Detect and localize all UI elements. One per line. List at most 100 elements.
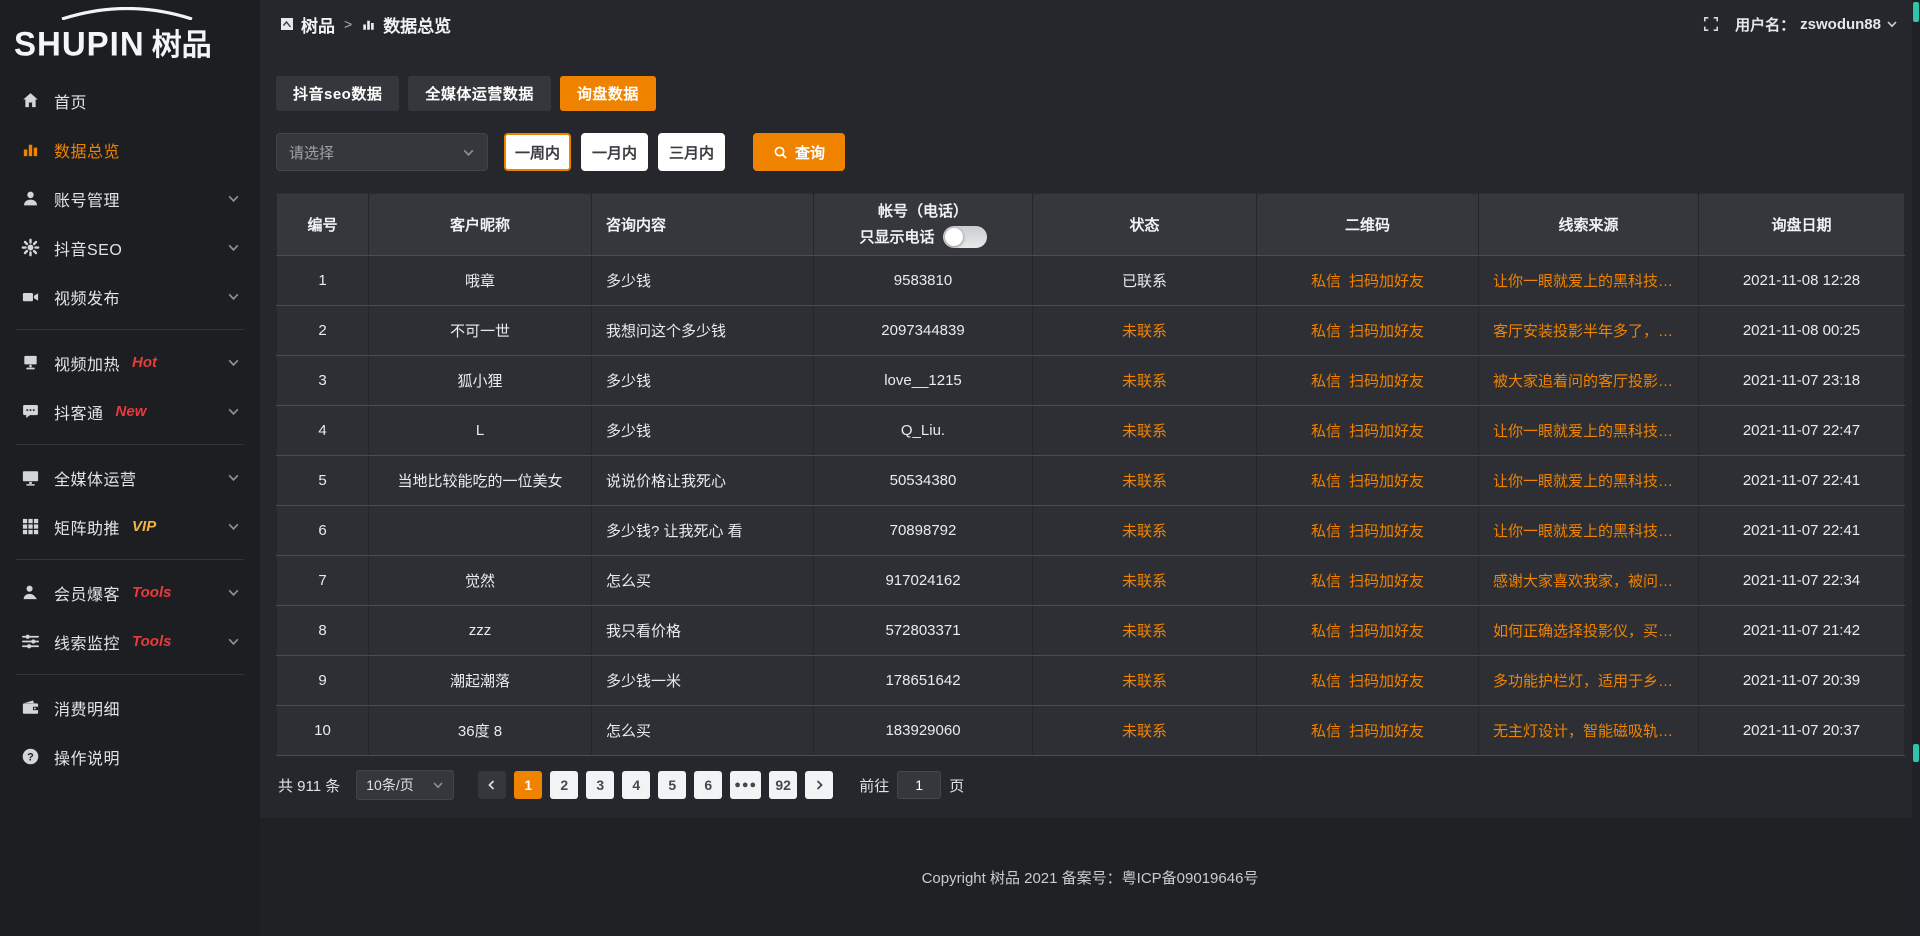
- tab-douyin-seo-data[interactable]: 抖音seo数据: [276, 76, 399, 111]
- table-row: 8 zzz 我只看价格 572803371 未联系 私信扫码加好友 如何正确选择…: [277, 606, 1905, 656]
- sidebar-item-clue-monitor[interactable]: 线索监控Tools: [0, 617, 260, 666]
- qr-action-link[interactable]: 私信: [1311, 473, 1341, 490]
- page-button-5[interactable]: 5: [658, 771, 686, 799]
- scrollbar-mark: [1913, 744, 1919, 762]
- qr-action-link[interactable]: 扫码加好友: [1349, 573, 1424, 590]
- table-row: 7 觉然 怎么买 917024162 未联系 私信扫码加好友 感谢大家喜欢我家，…: [277, 556, 1905, 606]
- sidebar-item-matrix-boost[interactable]: 矩阵助推VIP: [0, 502, 260, 551]
- cell-qrcode: 私信扫码加好友: [1257, 656, 1479, 706]
- qr-action-link[interactable]: 私信: [1311, 623, 1341, 640]
- cell-source[interactable]: 客厅安装投影半年多了，真实...: [1479, 306, 1699, 356]
- qr-action-link[interactable]: 扫码加好友: [1349, 523, 1424, 540]
- cell-source[interactable]: 多功能护栏灯，适用于乡村文...: [1479, 656, 1699, 706]
- gear-icon: [20, 238, 40, 258]
- page-button-6[interactable]: 6: [694, 771, 722, 799]
- main-area: 树品 > 数据总览 用户名：zswodun88: [260, 0, 1920, 936]
- filter-select[interactable]: 请选择: [276, 133, 488, 171]
- sidebar-item-label: 账号管理: [54, 187, 120, 211]
- cell-nickname: 觉然: [369, 556, 592, 606]
- page-size-select[interactable]: 10条/页: [356, 770, 454, 800]
- cell-account: 178651642: [814, 656, 1033, 706]
- sidebar-item-douyin-seo[interactable]: 抖音SEO: [0, 223, 260, 272]
- user-menu[interactable]: 用户名：zswodun88: [1735, 14, 1898, 35]
- cell-source[interactable]: 无主灯设计，智能磁吸轨道灯...: [1479, 706, 1699, 756]
- topbar-right: 用户名：zswodun88: [1703, 14, 1898, 35]
- cell-index: 9: [277, 656, 369, 706]
- qr-action-link[interactable]: 扫码加好友: [1349, 473, 1424, 490]
- breadcrumb-root[interactable]: 树品: [301, 12, 335, 37]
- cell-source[interactable]: 感谢大家喜欢我家，被问了好...: [1479, 556, 1699, 606]
- table-row: 1 哦章 多少钱 9583810 已联系 私信扫码加好友 让你一眼就爱上的黑科技…: [277, 256, 1905, 306]
- qr-action-link[interactable]: 扫码加好友: [1349, 423, 1424, 440]
- qr-action-link[interactable]: 扫码加好友: [1349, 373, 1424, 390]
- page-ellipsis-button[interactable]: ●●●: [730, 771, 761, 799]
- qr-action-link[interactable]: 私信: [1311, 673, 1341, 690]
- query-button[interactable]: 查询: [753, 133, 845, 171]
- cell-date: 2021-11-07 22:34: [1699, 556, 1905, 606]
- cell-date: 2021-11-07 22:47: [1699, 406, 1905, 456]
- sidebar-item-account-manage[interactable]: 账号管理: [0, 174, 260, 223]
- cell-source[interactable]: 让你一眼就爱上的黑科技，能...: [1479, 456, 1699, 506]
- table-row: 6 多少钱? 让我死心 看 70898792 未联系 私信扫码加好友 让你一眼就…: [277, 506, 1905, 556]
- sidebar-item-member-baoke[interactable]: 会员爆客Tools: [0, 568, 260, 617]
- chevron-down-icon: [227, 290, 240, 303]
- qr-action-link[interactable]: 扫码加好友: [1349, 723, 1424, 740]
- cell-content: 说说价格让我死心: [592, 456, 814, 506]
- phone-only-toggle[interactable]: [943, 226, 987, 248]
- sliders-icon: [20, 632, 40, 652]
- page-button-4[interactable]: 4: [622, 771, 650, 799]
- qr-action-link[interactable]: 私信: [1311, 523, 1341, 540]
- cell-source[interactable]: 让你一眼就爱上的黑科技，能...: [1479, 256, 1699, 306]
- chevron-down-icon: [1886, 18, 1898, 30]
- cell-content: 多少钱? 让我死心 看: [592, 506, 814, 556]
- period-button-quarter[interactable]: 三月内: [658, 133, 725, 171]
- sidebar-item-video-heat[interactable]: 视频加热Hot: [0, 338, 260, 387]
- page-button-92[interactable]: 92: [769, 771, 797, 799]
- page-button-3[interactable]: 3: [586, 771, 614, 799]
- cell-nickname: [369, 506, 592, 556]
- sidebar-item-data-overview[interactable]: 数据总览: [0, 125, 260, 174]
- scrollbar-thumb[interactable]: [1913, 2, 1919, 22]
- fullscreen-icon[interactable]: [1703, 16, 1719, 32]
- qr-action-link[interactable]: 私信: [1311, 323, 1341, 340]
- qr-action-link[interactable]: 扫码加好友: [1349, 673, 1424, 690]
- footer: Copyright 树品 2021 备案号：粤ICP备09019646号: [260, 818, 1920, 936]
- qr-action-link[interactable]: 扫码加好友: [1349, 623, 1424, 640]
- qr-action-link[interactable]: 私信: [1311, 273, 1341, 290]
- cell-index: 5: [277, 456, 369, 506]
- table-row: 10 36度 8 怎么买 183929060 未联系 私信扫码加好友 无主灯设计…: [277, 706, 1905, 756]
- chart-icon: [361, 17, 376, 32]
- sidebar-item-video-publish[interactable]: 视频发布: [0, 272, 260, 321]
- cell-source[interactable]: 被大家追着问的客厅投影分享...: [1479, 356, 1699, 406]
- chevron-right-icon: [813, 779, 825, 791]
- sidebar-item-consume-detail[interactable]: 消费明细: [0, 683, 260, 732]
- brand-logo[interactable]: SHUPIN 树品: [0, 0, 260, 66]
- goto-page-input[interactable]: [897, 771, 941, 799]
- period-button-week[interactable]: 一周内: [504, 133, 571, 171]
- qr-action-link[interactable]: 私信: [1311, 373, 1341, 390]
- cell-source[interactable]: 让你一眼就爱上的黑科技，能...: [1479, 506, 1699, 556]
- qr-action-link[interactable]: 扫码加好友: [1349, 323, 1424, 340]
- prev-page-button[interactable]: [478, 771, 506, 799]
- sidebar-item-home[interactable]: 首页: [0, 76, 260, 125]
- sidebar-item-label: 视频加热: [54, 351, 120, 375]
- sidebar-item-help[interactable]: ? 操作说明: [0, 732, 260, 781]
- sidebar-item-media-operation[interactable]: 全媒体运营: [0, 453, 260, 502]
- page-button-1[interactable]: 1: [514, 771, 542, 799]
- cell-content: 我想问这个多少钱: [592, 306, 814, 356]
- cell-source[interactable]: 让你一眼就爱上的黑科技，能...: [1479, 406, 1699, 456]
- period-button-month[interactable]: 一月内: [581, 133, 648, 171]
- tab-inquiry-data[interactable]: 询盘数据: [560, 76, 656, 111]
- page-button-2[interactable]: 2: [550, 771, 578, 799]
- tab-media-operation-data[interactable]: 全媒体运营数据: [408, 76, 551, 111]
- next-page-button[interactable]: [805, 771, 833, 799]
- qr-action-link[interactable]: 私信: [1311, 573, 1341, 590]
- qr-action-link[interactable]: 私信: [1311, 423, 1341, 440]
- qr-action-link[interactable]: 私信: [1311, 723, 1341, 740]
- scrollbar[interactable]: [1912, 0, 1920, 936]
- qr-action-link[interactable]: 扫码加好友: [1349, 273, 1424, 290]
- cell-source[interactable]: 如何正确选择投影仪，买投影...: [1479, 606, 1699, 656]
- sidebar-menu: 首页 数据总览 账号管理 抖音SEO 视频发布 视频加热Hot 抖客通New 全…: [0, 76, 260, 781]
- sidebar-item-doukertong[interactable]: 抖客通New: [0, 387, 260, 436]
- cell-content: 多少钱: [592, 406, 814, 456]
